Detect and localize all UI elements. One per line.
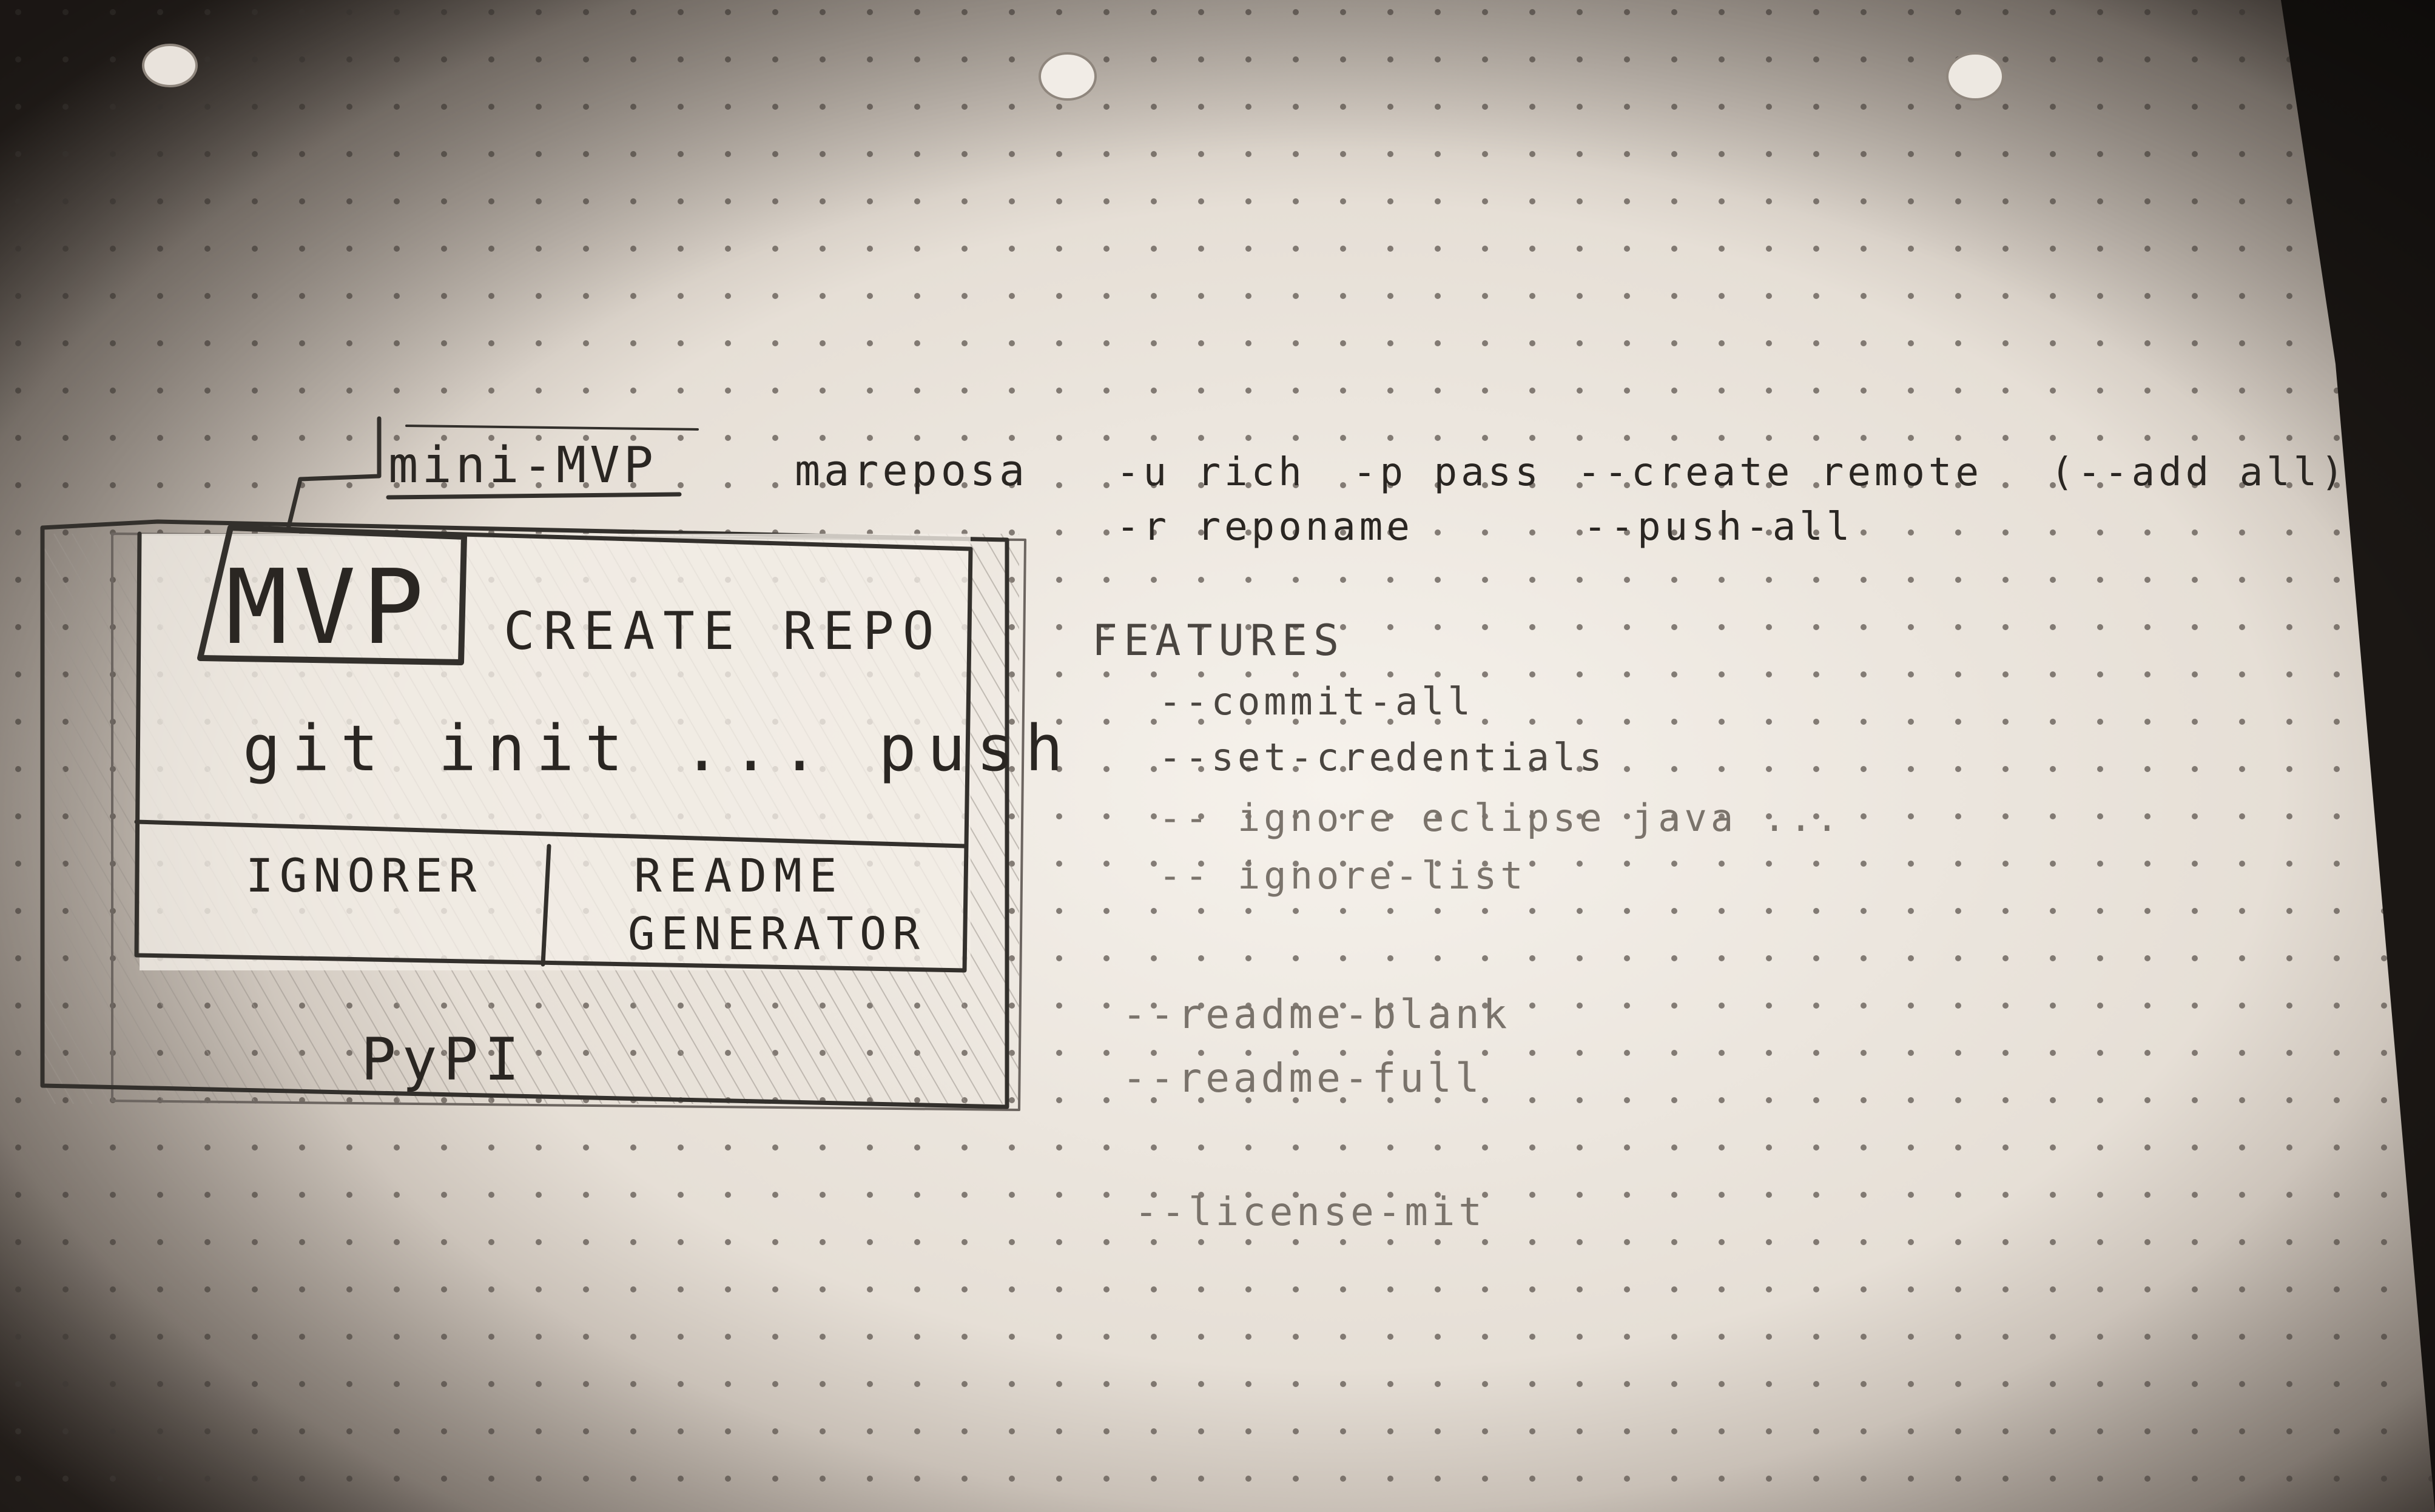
create-repo-label: CREATE REPO <box>504 601 943 662</box>
binder-hole <box>1039 52 1097 101</box>
ignorer-label: IGNORER <box>246 848 482 902</box>
cli-arg-push-all: --push-all <box>1583 505 1853 549</box>
binder-hole <box>1946 52 2004 101</box>
cli-arg-reponame: -r reponame <box>1116 505 1413 549</box>
mini-mvp-label: mini-MVP <box>388 437 657 494</box>
notebook-photo: mini-MVP MVP CREATE REPO git init ... pu… <box>0 0 2435 1512</box>
readme-label-line1: README <box>634 848 844 902</box>
cli-arg-pass: -p pass <box>1353 450 1542 495</box>
feature-item: --readme-full <box>1122 1055 1483 1101</box>
feature-item: --commit-all <box>1159 679 1474 724</box>
feature-item: --set-credentials <box>1159 735 1606 779</box>
cli-arg-create-remote: --create remote <box>1577 450 1982 495</box>
cli-command: mareposa <box>795 446 1028 496</box>
features-heading: FEATURES <box>1092 616 1345 665</box>
feature-item: --license-mit <box>1134 1190 1486 1235</box>
cli-arg-user: -u rich <box>1116 450 1305 495</box>
feature-item: --readme-blank <box>1122 991 1511 1038</box>
feature-item: -- ignore-list <box>1159 853 1527 898</box>
cli-arg-add-all: (--add all) <box>2050 450 2348 495</box>
mini-mvp-underline <box>386 492 682 500</box>
feature-item: -- ignore eclipse java ... <box>1159 796 1842 840</box>
git-line: git init ... push <box>243 711 1074 785</box>
pypi-label: PyPI <box>361 1026 525 1094</box>
binder-hole <box>142 44 198 87</box>
mvp-label: MVP <box>226 548 430 668</box>
readme-label-line2: GENERATOR <box>628 908 926 960</box>
